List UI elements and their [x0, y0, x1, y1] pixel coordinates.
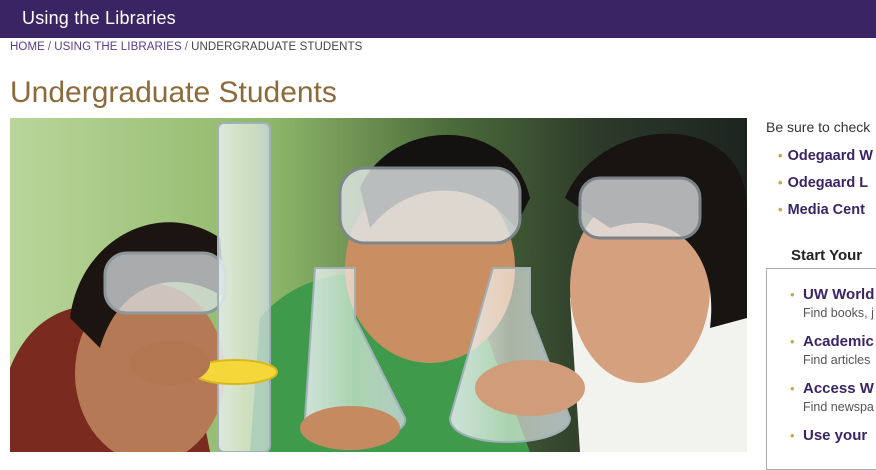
box-item-title[interactable]: Access W — [803, 380, 874, 397]
bullet-icon: • — [790, 334, 795, 349]
breadcrumb-current: UNDERGRADUATE STUDENTS — [191, 41, 363, 53]
bullet-icon: • — [778, 202, 783, 217]
box-item-access[interactable]: • Access W Find newspa — [790, 380, 874, 414]
box-item-desc: Find articles — [803, 353, 871, 367]
box-item-desc: Find books, j — [803, 306, 874, 320]
site-header-bar: Using the Libraries — [0, 0, 876, 38]
bullet-icon: • — [778, 175, 783, 190]
box-item-academic[interactable]: • Academic Find articles — [790, 333, 874, 367]
breadcrumb-separator: / — [184, 41, 189, 53]
bullet-icon: • — [790, 381, 795, 396]
breadcrumb-separator: / — [47, 41, 52, 53]
box-item-desc: Find newspa — [803, 400, 874, 414]
start-your-heading: Start Your — [791, 247, 863, 264]
breadcrumb: HOME / USING THE LIBRARIES / UNDERGRADUATE S… — [10, 41, 362, 53]
site-section-title[interactable]: Using the Libraries — [22, 8, 176, 29]
hero-photo-students-lab — [10, 118, 747, 452]
page-title: Undergraduate Students — [10, 76, 337, 109]
sidebar-link-list: • Odegaard W • Odegaard L • Media Cent — [778, 148, 873, 229]
box-item-title[interactable]: Academic — [803, 333, 874, 350]
bullet-icon: • — [778, 148, 783, 163]
bullet-icon: • — [790, 287, 795, 302]
box-item-title[interactable]: Use your — [803, 427, 867, 444]
box-item-title[interactable]: UW World — [803, 286, 874, 303]
sidebar-link-media-center[interactable]: • Media Cent — [778, 202, 873, 229]
sidebar-link-odegaard-l[interactable]: • Odegaard L — [778, 175, 873, 202]
start-your-box: • UW World Find books, j • Academic Find… — [766, 268, 876, 470]
box-item-uw-world[interactable]: • UW World Find books, j — [790, 286, 874, 320]
breadcrumb-section-link[interactable]: USING THE LIBRARIES — [54, 41, 182, 53]
sidebar-link-odegaard-w[interactable]: • Odegaard W — [778, 148, 873, 175]
bullet-icon: • — [790, 428, 795, 443]
sidebar-intro-text: Be sure to check — [766, 119, 871, 135]
box-item-use-your[interactable]: • Use your — [790, 427, 867, 444]
breadcrumb-home-link[interactable]: HOME — [10, 41, 45, 53]
